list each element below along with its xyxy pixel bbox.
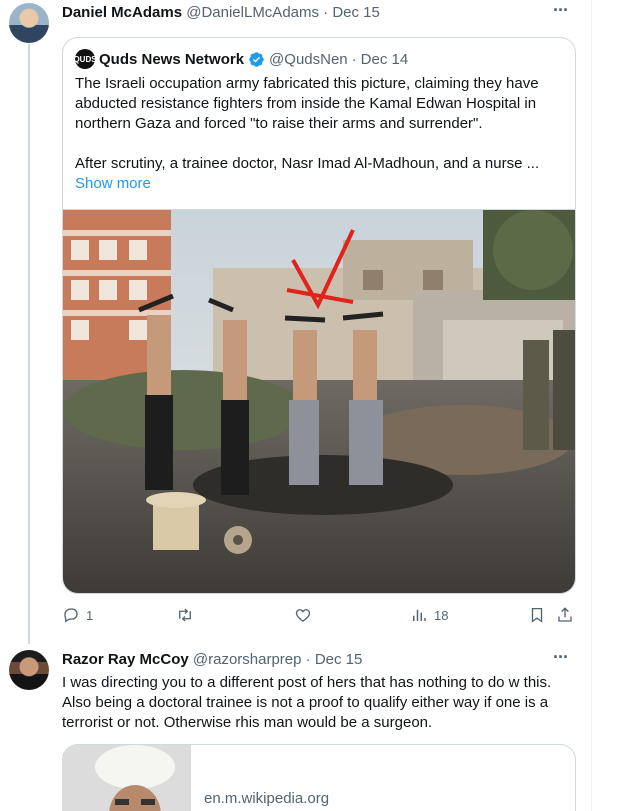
share-icon xyxy=(558,607,572,622)
avatar[interactable] xyxy=(9,3,49,43)
thread-connector-line xyxy=(28,44,30,644)
tweet-header: Daniel McAdams @DanielLMcAdams · Dec 15 xyxy=(62,4,380,21)
bookmark-button[interactable] xyxy=(528,606,546,624)
like-icon xyxy=(295,609,311,622)
reply-button[interactable]: 1 xyxy=(62,606,93,624)
source-name: Quds News Network xyxy=(99,50,245,68)
verified-badge-icon xyxy=(249,51,264,67)
quoted-date: Dec 14 xyxy=(360,50,409,68)
separator-dot: · xyxy=(323,4,329,21)
tweet-text: I was directing you to a different post … xyxy=(62,674,552,731)
tweet-header: Razor Ray McCoy @razorsharprep · Dec 15 xyxy=(62,651,362,668)
quoted-paragraph-2: After scrutiny, a trainee doctor, Nasr I… xyxy=(75,155,540,172)
source-logo: QUDS xyxy=(73,49,97,69)
author-handle[interactable]: @razorsharprep xyxy=(193,651,302,668)
author-handle[interactable]: @DanielLMcAdams xyxy=(186,4,319,21)
quoted-tweet-card[interactable]: QUDS Quds News Network @QudsNen · Dec 14… xyxy=(62,37,576,594)
reply-icon xyxy=(64,608,78,623)
more-dots-icon[interactable]: ··· xyxy=(553,0,569,21)
quoted-tweet-header: QUDS Quds News Network @QudsNen · Dec 14 xyxy=(73,49,409,69)
reply-count: 1 xyxy=(86,607,94,623)
more-dots-icon[interactable]: ··· xyxy=(553,647,569,668)
thumbnail-illustration xyxy=(63,745,191,811)
timeline-border xyxy=(591,0,592,811)
show-more-link[interactable]: Show more xyxy=(75,174,565,194)
avatar[interactable] xyxy=(9,650,49,690)
separator-dot: · xyxy=(351,50,357,68)
tweet-date[interactable]: Dec 15 xyxy=(332,4,380,21)
tweet-photo[interactable] xyxy=(63,209,575,593)
author-name[interactable]: Daniel McAdams xyxy=(62,4,182,21)
retweet-button[interactable] xyxy=(176,606,200,624)
tweet-date[interactable]: Dec 15 xyxy=(315,651,363,668)
quoted-paragraph-1: The Israeli occupation army fabricated t… xyxy=(75,75,539,132)
quoted-tweet-text: The Israeli occupation army fabricated t… xyxy=(75,74,565,194)
separator-dot: · xyxy=(305,651,311,668)
link-preview-card[interactable]: en.m.wikipedia.org xyxy=(62,744,576,811)
like-button[interactable] xyxy=(294,606,318,624)
retweet-icon xyxy=(179,608,191,622)
views-count: 18 xyxy=(434,607,449,623)
photo-illustration xyxy=(63,210,575,593)
author-name[interactable]: Razor Ray McCoy xyxy=(62,651,189,668)
tweet-action-bar: 1 18 xyxy=(62,606,576,628)
views-icon xyxy=(413,609,426,621)
link-thumbnail xyxy=(63,745,191,811)
source-handle: @QudsNen xyxy=(269,50,348,68)
link-domain: en.m.wikipedia.org xyxy=(204,790,330,807)
bookmark-icon xyxy=(531,607,543,623)
views-button[interactable]: 18 xyxy=(410,606,448,624)
share-button[interactable] xyxy=(556,606,574,624)
